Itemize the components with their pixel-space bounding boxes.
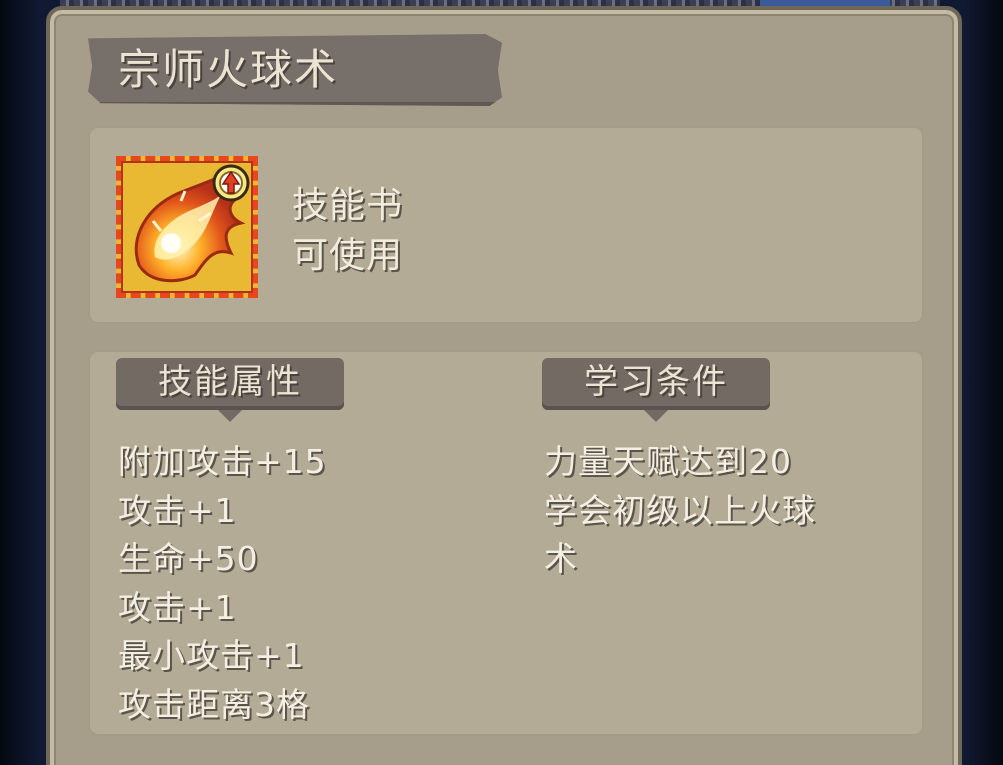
learn-requirements-label: 学习条件 (584, 362, 728, 402)
fireball-skill-book-icon[interactable] (116, 156, 258, 298)
attribute-line: 最小攻击+1 (118, 636, 305, 675)
skill-attributes-label: 技能属性 (158, 362, 302, 402)
item-usable-status: 可使用 (292, 235, 404, 276)
attribute-line: 生命+50 (118, 539, 259, 578)
attribute-line: 攻击+1 (118, 490, 237, 530)
learn-requirements-list: 力量天赋达到20 学会初级以上火球 术 (544, 438, 816, 584)
learn-requirements-tag: 学习条件 (542, 358, 770, 422)
item-title: 宗师火球术 (118, 45, 339, 94)
requirement-line: 学会初级以上火球 (544, 490, 816, 530)
requirement-line: 术 (544, 539, 578, 578)
skill-attributes-list: 附加攻击+15 攻击+1 生命+50 攻击+1 最小攻击+1 攻击距离3格 (118, 438, 327, 729)
attribute-line: 附加攻击+15 (118, 442, 327, 481)
attribute-line: 攻击+1 (118, 587, 237, 627)
item-type-label: 技能书 (292, 185, 404, 226)
upgrade-arrow-badge-icon (212, 164, 250, 202)
attribute-line: 攻击距离3格 (118, 684, 310, 724)
requirement-line: 力量天赋达到20 (544, 442, 792, 481)
skill-attributes-tag: 技能属性 (116, 358, 344, 422)
